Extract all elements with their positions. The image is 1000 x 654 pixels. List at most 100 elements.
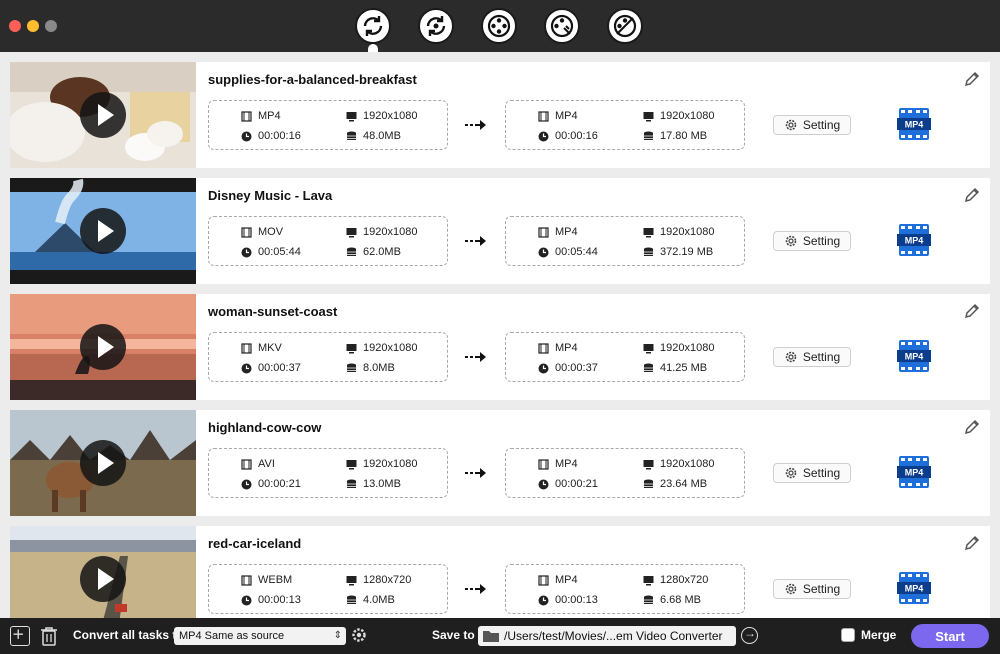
play-icon[interactable]	[80, 208, 126, 254]
task-row[interactable]: highland-cow-cow AVI 1920x1080 00:00:21 …	[10, 410, 990, 516]
film-icon	[241, 342, 252, 354]
mp4-badge-text: MP4	[905, 468, 924, 478]
mp4-format-icon[interactable]: MP4	[897, 454, 931, 490]
setting-button[interactable]: Setting	[773, 115, 851, 135]
database-icon	[644, 479, 653, 488]
play-icon[interactable]	[80, 324, 126, 370]
source-duration: 00:05:44	[258, 246, 301, 258]
setting-label: Setting	[802, 234, 841, 248]
play-icon[interactable]	[80, 556, 126, 602]
mp4-badge-text: MP4	[905, 120, 924, 130]
setting-button[interactable]: Setting	[773, 231, 851, 251]
mp4-format-icon[interactable]: MP4	[897, 106, 931, 142]
window-close-button[interactable]	[9, 20, 21, 32]
setting-label: Setting	[802, 466, 841, 480]
mp4-badge-text: MP4	[905, 236, 924, 246]
source-format: MKV	[258, 342, 282, 354]
pencil-icon[interactable]	[963, 534, 981, 552]
setting-button[interactable]: Setting	[773, 463, 851, 483]
pencil-icon[interactable]	[963, 70, 981, 88]
setting-button[interactable]: Setting	[773, 347, 851, 367]
window-minimize-button[interactable]	[27, 20, 39, 32]
source-resolution: 1920x1080	[363, 226, 418, 238]
source-size: 13.0MB	[363, 478, 401, 490]
video-thumbnail[interactable]	[10, 410, 196, 516]
monitor-icon	[643, 343, 654, 353]
pencil-icon[interactable]	[963, 302, 981, 320]
arrow-right-icon	[465, 120, 486, 130]
source-size: 62.0MB	[363, 246, 401, 258]
database-icon	[347, 479, 356, 488]
clock-icon	[241, 131, 252, 141]
source-duration: 00:00:13	[258, 594, 301, 606]
start-button[interactable]: Start	[911, 624, 989, 648]
clock-icon	[538, 595, 549, 605]
monitor-icon	[346, 575, 357, 585]
source-size: 4.0MB	[363, 594, 395, 606]
film-remove-icon	[613, 14, 637, 38]
film-icon	[241, 458, 252, 470]
open-folder-button[interactable]	[741, 626, 758, 644]
film-reel-icon	[487, 14, 511, 38]
mp4-format-icon[interactable]: MP4	[897, 222, 931, 258]
video-thumbnail[interactable]	[10, 526, 196, 618]
setting-label: Setting	[802, 350, 841, 364]
database-icon	[347, 131, 356, 140]
video-thumbnail[interactable]	[10, 294, 196, 400]
film-reel-tool-button[interactable]	[481, 8, 517, 44]
arrow-right-icon	[465, 584, 486, 594]
video-thumbnail[interactable]	[10, 62, 196, 168]
monitor-icon	[346, 343, 357, 353]
merge-label: Merge	[861, 628, 897, 642]
reverse-convert-tool-button[interactable]	[418, 8, 454, 44]
trash-icon[interactable]	[40, 626, 58, 646]
task-row[interactable]: Disney Music - Lava MOV 1920x1080 00:05:…	[10, 178, 990, 284]
film-icon	[538, 226, 549, 238]
play-icon[interactable]	[80, 92, 126, 138]
video-thumbnail[interactable]	[10, 178, 196, 284]
merge-checkbox[interactable]	[841, 628, 855, 642]
play-icon[interactable]	[80, 440, 126, 486]
film-icon	[241, 110, 252, 122]
setting-button[interactable]: Setting	[773, 579, 851, 599]
source-size: 48.0MB	[363, 130, 401, 142]
task-row[interactable]: red-car-iceland WEBM 1280x720 00:00:13 4…	[10, 526, 990, 618]
task-list[interactable]: supplies-for-a-balanced-breakfast MP4 19…	[0, 52, 1000, 618]
title-bar	[0, 0, 1000, 52]
folder-icon	[483, 631, 499, 642]
convert-icon	[363, 16, 383, 36]
setting-label: Setting	[802, 118, 841, 132]
gear-icon[interactable]	[351, 627, 367, 643]
convert-all-select[interactable]: MP4 Same as source	[174, 627, 346, 645]
film-edit-tool-button[interactable]	[544, 8, 580, 44]
mp4-format-icon[interactable]: MP4	[897, 338, 931, 374]
convert-tool-button[interactable]	[355, 8, 391, 44]
mp4-format-icon[interactable]: MP4	[897, 570, 931, 606]
pencil-icon[interactable]	[963, 186, 981, 204]
output-format: MP4	[555, 110, 578, 122]
clock-icon	[538, 247, 549, 257]
task-row[interactable]: woman-sunset-coast MKV 1920x1080 00:00:3…	[10, 294, 990, 400]
film-remove-tool-button[interactable]	[607, 8, 643, 44]
source-format: MOV	[258, 226, 284, 238]
database-icon	[347, 595, 356, 604]
source-info-box: AVI 1920x1080 00:00:21 13.0MB	[208, 448, 448, 498]
window-zoom-button[interactable]	[45, 20, 57, 32]
clock-icon	[241, 479, 252, 489]
task-row[interactable]: supplies-for-a-balanced-breakfast MP4 19…	[10, 62, 990, 168]
output-info-box: MP4 1920x1080 00:00:21 23.64 MB	[505, 448, 745, 498]
output-resolution: 1280x720	[660, 574, 709, 586]
monitor-icon	[346, 111, 357, 121]
add-file-button[interactable]	[10, 626, 30, 646]
save-path-field[interactable]: /Users/test/Movies/...em Video Converter	[478, 626, 736, 646]
output-format: MP4	[555, 458, 578, 470]
output-duration: 00:05:44	[555, 246, 598, 258]
output-info-box: MP4 1920x1080 00:00:37 41.25 MB	[505, 332, 745, 382]
output-format: MP4	[555, 226, 578, 238]
monitor-icon	[643, 111, 654, 121]
output-duration: 00:00:13	[555, 594, 598, 606]
output-info-box: MP4 1920x1080 00:05:44 372.19 MB	[505, 216, 745, 266]
pencil-icon[interactable]	[963, 418, 981, 436]
task-title: red-car-iceland	[208, 536, 302, 551]
mp4-badge-text: MP4	[905, 584, 924, 594]
